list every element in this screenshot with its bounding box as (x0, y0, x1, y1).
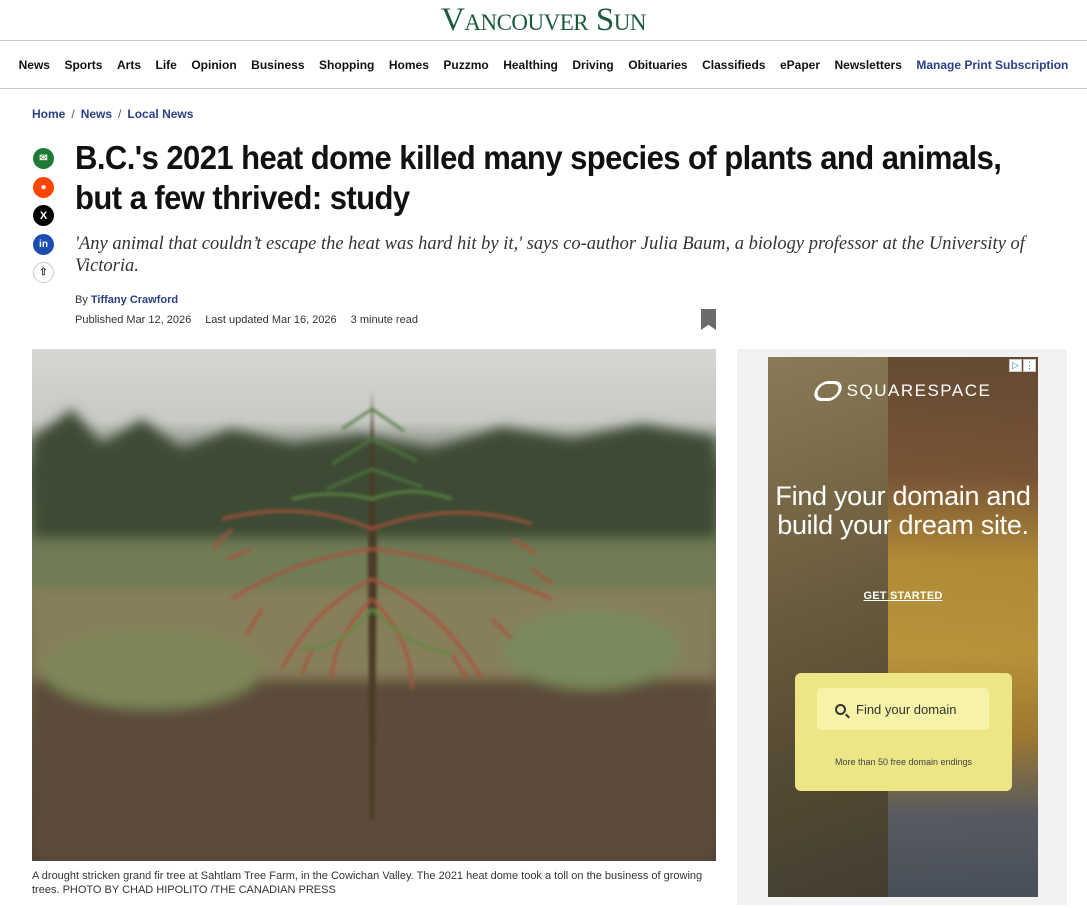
updated-date: Last updated Mar 16, 2026 (205, 314, 337, 326)
ad-domain-search[interactable]: Find your domain (817, 688, 989, 730)
ad-choices[interactable]: ▷ ⋮ (1009, 359, 1036, 372)
published-date: Published Mar 12, 2026 (75, 314, 192, 326)
photo-caption: A drought stricken grand fir tree at Sah… (32, 870, 703, 896)
ad-photo (888, 357, 1038, 897)
article-dek: 'Any animal that couldn’t escape the hea… (75, 234, 1025, 276)
nav-sports[interactable]: Sports (64, 58, 102, 72)
ad-brand-name: SQUARESPACE (846, 381, 992, 400)
nav-business[interactable]: Business (251, 58, 304, 72)
main-nav: News Sports Arts Life Opinion Business S… (0, 41, 1087, 89)
breadcrumb-separator: / (71, 107, 75, 121)
masthead: Vancouver Sun (0, 0, 1087, 41)
breadcrumb-home[interactable]: Home (32, 107, 65, 121)
nav-healthing[interactable]: Healthing (503, 58, 558, 72)
share-bar: ✉ ● X in ⇧ (33, 148, 55, 291)
nav-opinion[interactable]: Opinion (191, 58, 236, 72)
linkedin-share-icon[interactable]: in (33, 233, 54, 255)
bookmark-icon[interactable] (701, 309, 716, 330)
article-meta: Published Mar 12, 2026 Last updated Mar … (75, 314, 418, 326)
x-share-icon[interactable]: X (33, 205, 54, 226)
nav-news[interactable]: News (19, 58, 50, 72)
ad-search-placeholder: Find your domain (856, 701, 957, 717)
article-photo (32, 349, 716, 861)
nav-obituaries[interactable]: Obituaries (628, 58, 687, 72)
email-share-icon[interactable]: ✉ (33, 148, 54, 169)
nav-driving[interactable]: Driving (572, 58, 613, 72)
search-icon (835, 703, 846, 715)
nav-classifieds[interactable]: Classifieds (702, 58, 765, 72)
nav-epaper[interactable]: ePaper (780, 58, 820, 72)
fir-tree-illustration (32, 389, 716, 861)
nav-manage-subscription[interactable]: Manage Print Subscription (916, 58, 1068, 72)
breadcrumb-separator: / (118, 107, 122, 121)
squarespace-ad[interactable]: ▷ ⋮ SQUARESPACE Find your domain and bui… (768, 357, 1038, 897)
nav-shopping[interactable]: Shopping (319, 58, 374, 72)
read-time: 3 minute read (350, 314, 418, 326)
byline: By Tiffany Crawford (75, 294, 178, 306)
site-logo[interactable]: Vancouver Sun (0, 3, 1087, 37)
nav-homes[interactable]: Homes (389, 58, 429, 72)
breadcrumb: Home / News / Local News (32, 107, 193, 121)
ad-get-started-link[interactable]: GET STARTED (768, 590, 1038, 602)
byline-prefix: By (75, 294, 88, 306)
ad-small-print: More than 50 free domain endings (834, 757, 973, 767)
adchoices-icon[interactable]: ▷ (1009, 359, 1022, 372)
breadcrumb-news[interactable]: News (81, 107, 112, 121)
nav-arts[interactable]: Arts (117, 58, 141, 72)
ad-info-icon[interactable]: ⋮ (1023, 359, 1036, 372)
ad-headline: Find your domain and build your dream si… (775, 481, 1031, 540)
nav-puzzmo[interactable]: Puzzmo (443, 58, 488, 72)
ad-domain-box: Find your domain More than 50 free domai… (795, 673, 1012, 791)
nav-life[interactable]: Life (156, 58, 177, 72)
author-link[interactable]: Tiffany Crawford (91, 294, 178, 306)
nav-newsletters[interactable]: Newsletters (835, 58, 902, 72)
breadcrumb-local-news[interactable]: Local News (127, 107, 193, 121)
reddit-share-icon[interactable]: ● (33, 176, 54, 198)
more-share-icon[interactable]: ⇧ (33, 262, 54, 283)
squarespace-logo-icon (811, 381, 845, 401)
ad-brand: SQUARESPACE (768, 381, 1038, 401)
article-headline: B.C.'s 2021 heat dome killed many specie… (75, 139, 1002, 216)
